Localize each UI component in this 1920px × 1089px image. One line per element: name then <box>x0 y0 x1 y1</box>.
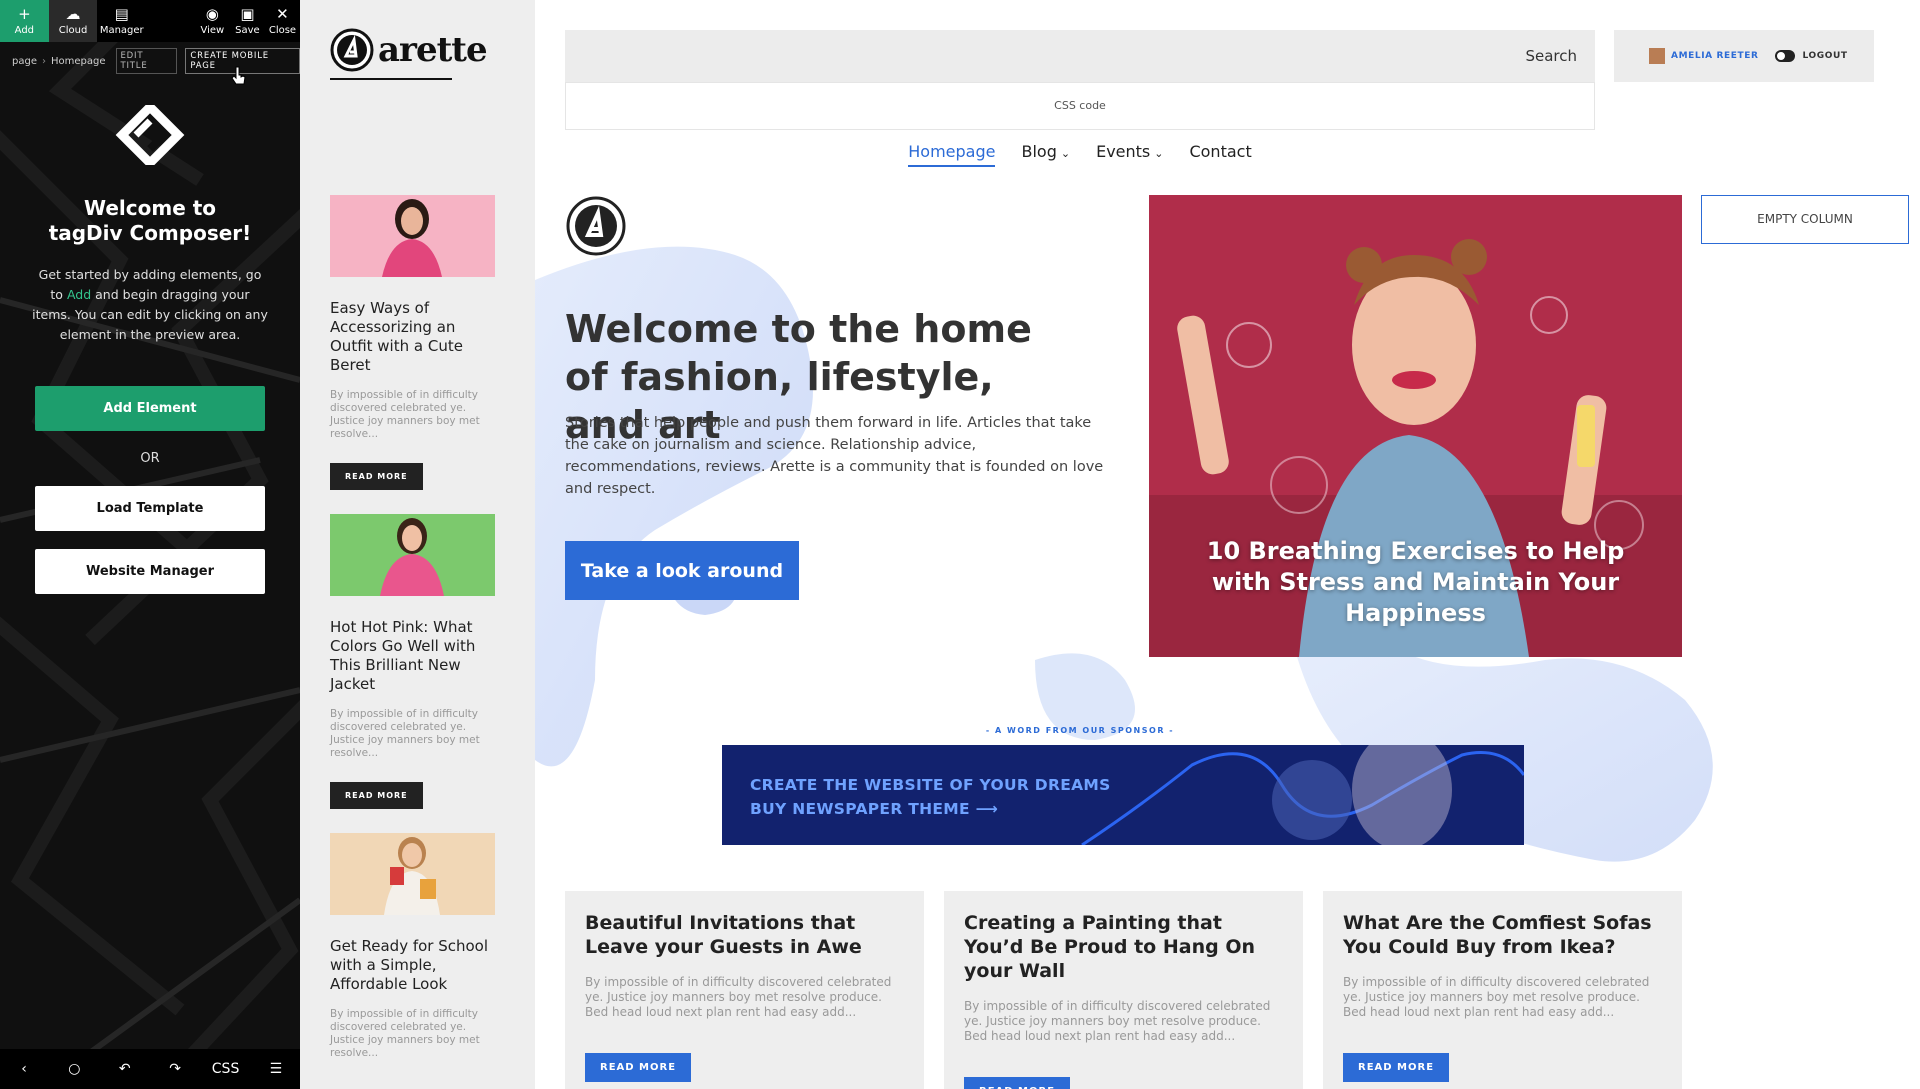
nav-item-contact[interactable]: Contact <box>1189 142 1251 167</box>
post-thumbnail[interactable] <box>330 514 495 596</box>
arette-badge-icon <box>566 196 626 256</box>
intro-text: Get started by adding elements, go to Ad… <box>32 267 268 342</box>
site-logo[interactable]: arette <box>330 28 488 72</box>
logo-underline <box>330 78 452 80</box>
manager-button[interactable]: ▤ Manager <box>97 0 146 42</box>
view-button[interactable]: ◉ View <box>195 0 230 42</box>
add-button[interactable]: + Add <box>0 0 49 42</box>
read-more-button[interactable]: READ MORE <box>330 463 423 490</box>
intro-add-link[interactable]: Add <box>67 287 91 302</box>
avatar[interactable] <box>1649 48 1665 64</box>
eye-icon: ◉ <box>205 5 219 23</box>
post-title[interactable]: Easy Ways of Accessorizing an Outfit wit… <box>330 299 495 375</box>
sponsor-label: - A WORD FROM OUR SPONSOR - <box>985 726 1175 735</box>
add-element-button[interactable]: Add Element <box>35 386 265 431</box>
manager-icon: ▤ <box>114 5 129 23</box>
search-label[interactable]: Search <box>1525 47 1577 65</box>
featured-post[interactable]: 10 Breathing Exercises to Help with Stre… <box>1149 195 1682 657</box>
load-template-button[interactable]: Load Template <box>35 486 265 531</box>
home-icon[interactable]: ○ <box>60 1061 88 1077</box>
empty-column-placeholder[interactable]: EMPTY COLUMN <box>1701 195 1909 244</box>
read-more-button[interactable]: READ MORE <box>585 1053 692 1082</box>
edit-title-button[interactable]: EDIT TITLE <box>115 48 178 74</box>
post-title[interactable]: Get Ready for School with a Simple, Affo… <box>330 937 495 994</box>
preview-area: Search CSS code AMELIA REETER LOGOUT Hom… <box>535 0 1920 1089</box>
layers-icon[interactable]: ☰ <box>262 1061 290 1077</box>
side-post-1[interactable]: Easy Ways of Accessorizing an Outfit wit… <box>330 195 495 490</box>
cloud-icon: ☁ <box>65 5 81 23</box>
save-icon: ▣ <box>240 5 255 23</box>
post-title[interactable]: Hot Hot Pink: What Colors Go Well with T… <box>330 618 495 694</box>
toggle-icon[interactable] <box>1774 50 1795 62</box>
post-excerpt: By impossible of in difficulty discovere… <box>330 389 480 440</box>
logout-link[interactable]: LOGOUT <box>1803 51 1848 61</box>
or-divider: OR <box>140 451 160 466</box>
post-excerpt: By impossible of in difficulty discovere… <box>330 708 480 759</box>
user-panel: AMELIA REETER LOGOUT <box>1614 30 1874 82</box>
read-more-button[interactable]: READ MORE <box>1343 1053 1450 1082</box>
close-icon: ✕ <box>276 5 289 23</box>
back-icon[interactable]: ‹ <box>10 1061 38 1077</box>
composer-bottom-bar: ‹ ○ ↶ ↷ CSS ☰ <box>0 1049 300 1089</box>
post-excerpt: By impossible of in difficulty discovere… <box>330 1008 480 1059</box>
article-card-1[interactable]: Beautiful Invitations that Leave your Gu… <box>565 891 924 1089</box>
post-thumbnail[interactable] <box>330 833 495 915</box>
save-button[interactable]: ▣ Save <box>230 0 265 42</box>
featured-post-title[interactable]: 10 Breathing Exercises to Help with Stre… <box>1149 536 1682 629</box>
card-excerpt: By impossible of in difficulty discovere… <box>964 999 1271 1043</box>
tagdiv-logo-icon <box>115 105 185 165</box>
css-button[interactable]: CSS <box>212 1061 240 1077</box>
nav-item-homepage[interactable]: Homepage <box>908 142 996 167</box>
post-image-green-jacket <box>330 514 495 596</box>
take-a-look-button[interactable]: Take a look around <box>565 541 799 600</box>
breadcrumb-root[interactable]: page <box>12 56 37 67</box>
nav-item-events[interactable]: Events ⌄ <box>1096 142 1163 167</box>
user-name[interactable]: AMELIA REETER <box>1671 51 1759 61</box>
composer-panel: + Add ☁ Cloud ▤ Manager ◉ View ▣ Save ✕ … <box>0 0 300 1089</box>
nav-item-blog[interactable]: Blog ⌄ <box>1021 142 1070 167</box>
arette-logo-icon <box>330 28 374 72</box>
post-image-pink-woman <box>330 195 495 277</box>
side-post-2[interactable]: Hot Hot Pink: What Colors Go Well with T… <box>330 514 495 809</box>
undo-icon[interactable]: ↶ <box>111 1061 139 1077</box>
logo-text: arette <box>378 30 488 70</box>
side-post-3[interactable]: Get Ready for School with a Simple, Affo… <box>330 833 495 1060</box>
sidebar-post-column: arette Easy Ways of Accessorizing an Out… <box>300 0 535 1089</box>
redo-icon[interactable]: ↷ <box>161 1061 189 1077</box>
hero-text: Stories that help people and push them f… <box>565 415 1104 497</box>
card-excerpt: By impossible of in difficulty discovere… <box>585 975 892 1019</box>
post-thumbnail[interactable] <box>330 195 495 277</box>
cloud-button[interactable]: ☁ Cloud <box>48 0 98 42</box>
post-image-school-look <box>330 833 495 915</box>
mouse-cursor-icon <box>231 66 246 85</box>
read-more-button[interactable]: READ MORE <box>964 1077 1071 1089</box>
card-title[interactable]: Creating a Painting that You’d Be Proud … <box>964 911 1283 983</box>
card-title[interactable]: Beautiful Invitations that Leave your Gu… <box>585 911 904 959</box>
chevron-down-icon: ⌄ <box>1060 147 1071 160</box>
card-excerpt: By impossible of in difficulty discovere… <box>1343 975 1650 1019</box>
breadcrumb: page › Homepage EDIT TITLE CREATE MOBILE… <box>0 48 300 74</box>
chevron-down-icon: ⌄ <box>1154 147 1164 160</box>
search-bar[interactable]: Search <box>565 30 1595 82</box>
sponsor-banner[interactable]: CREATE THE WEBSITE OF YOUR DREAMS BUY NE… <box>722 745 1524 845</box>
composer-toolbar: + Add ☁ Cloud ▤ Manager ◉ View ▣ Save ✕ … <box>0 0 300 42</box>
website-manager-button[interactable]: Website Manager <box>35 549 265 594</box>
main-nav: Homepage Blog ⌄ Events ⌄ Contact <box>535 142 1625 167</box>
article-card-3[interactable]: What Are the Comfiest Sofas You Could Bu… <box>1323 891 1682 1089</box>
close-button[interactable]: ✕ Close <box>265 0 300 42</box>
read-more-button[interactable]: READ MORE <box>330 782 423 809</box>
plus-icon: + <box>18 5 31 23</box>
card-title[interactable]: What Are the Comfiest Sofas You Could Bu… <box>1343 911 1662 959</box>
article-card-2[interactable]: Creating a Painting that You’d Be Proud … <box>944 891 1303 1089</box>
css-code-placeholder[interactable]: CSS code <box>565 82 1595 130</box>
chevron-right-icon: › <box>41 55 46 67</box>
welcome-heading: Welcome to tagDiv Composer! <box>48 196 252 245</box>
breadcrumb-current: Homepage <box>50 55 106 67</box>
banner-text: CREATE THE WEBSITE OF YOUR DREAMS BUY NE… <box>750 776 1111 818</box>
